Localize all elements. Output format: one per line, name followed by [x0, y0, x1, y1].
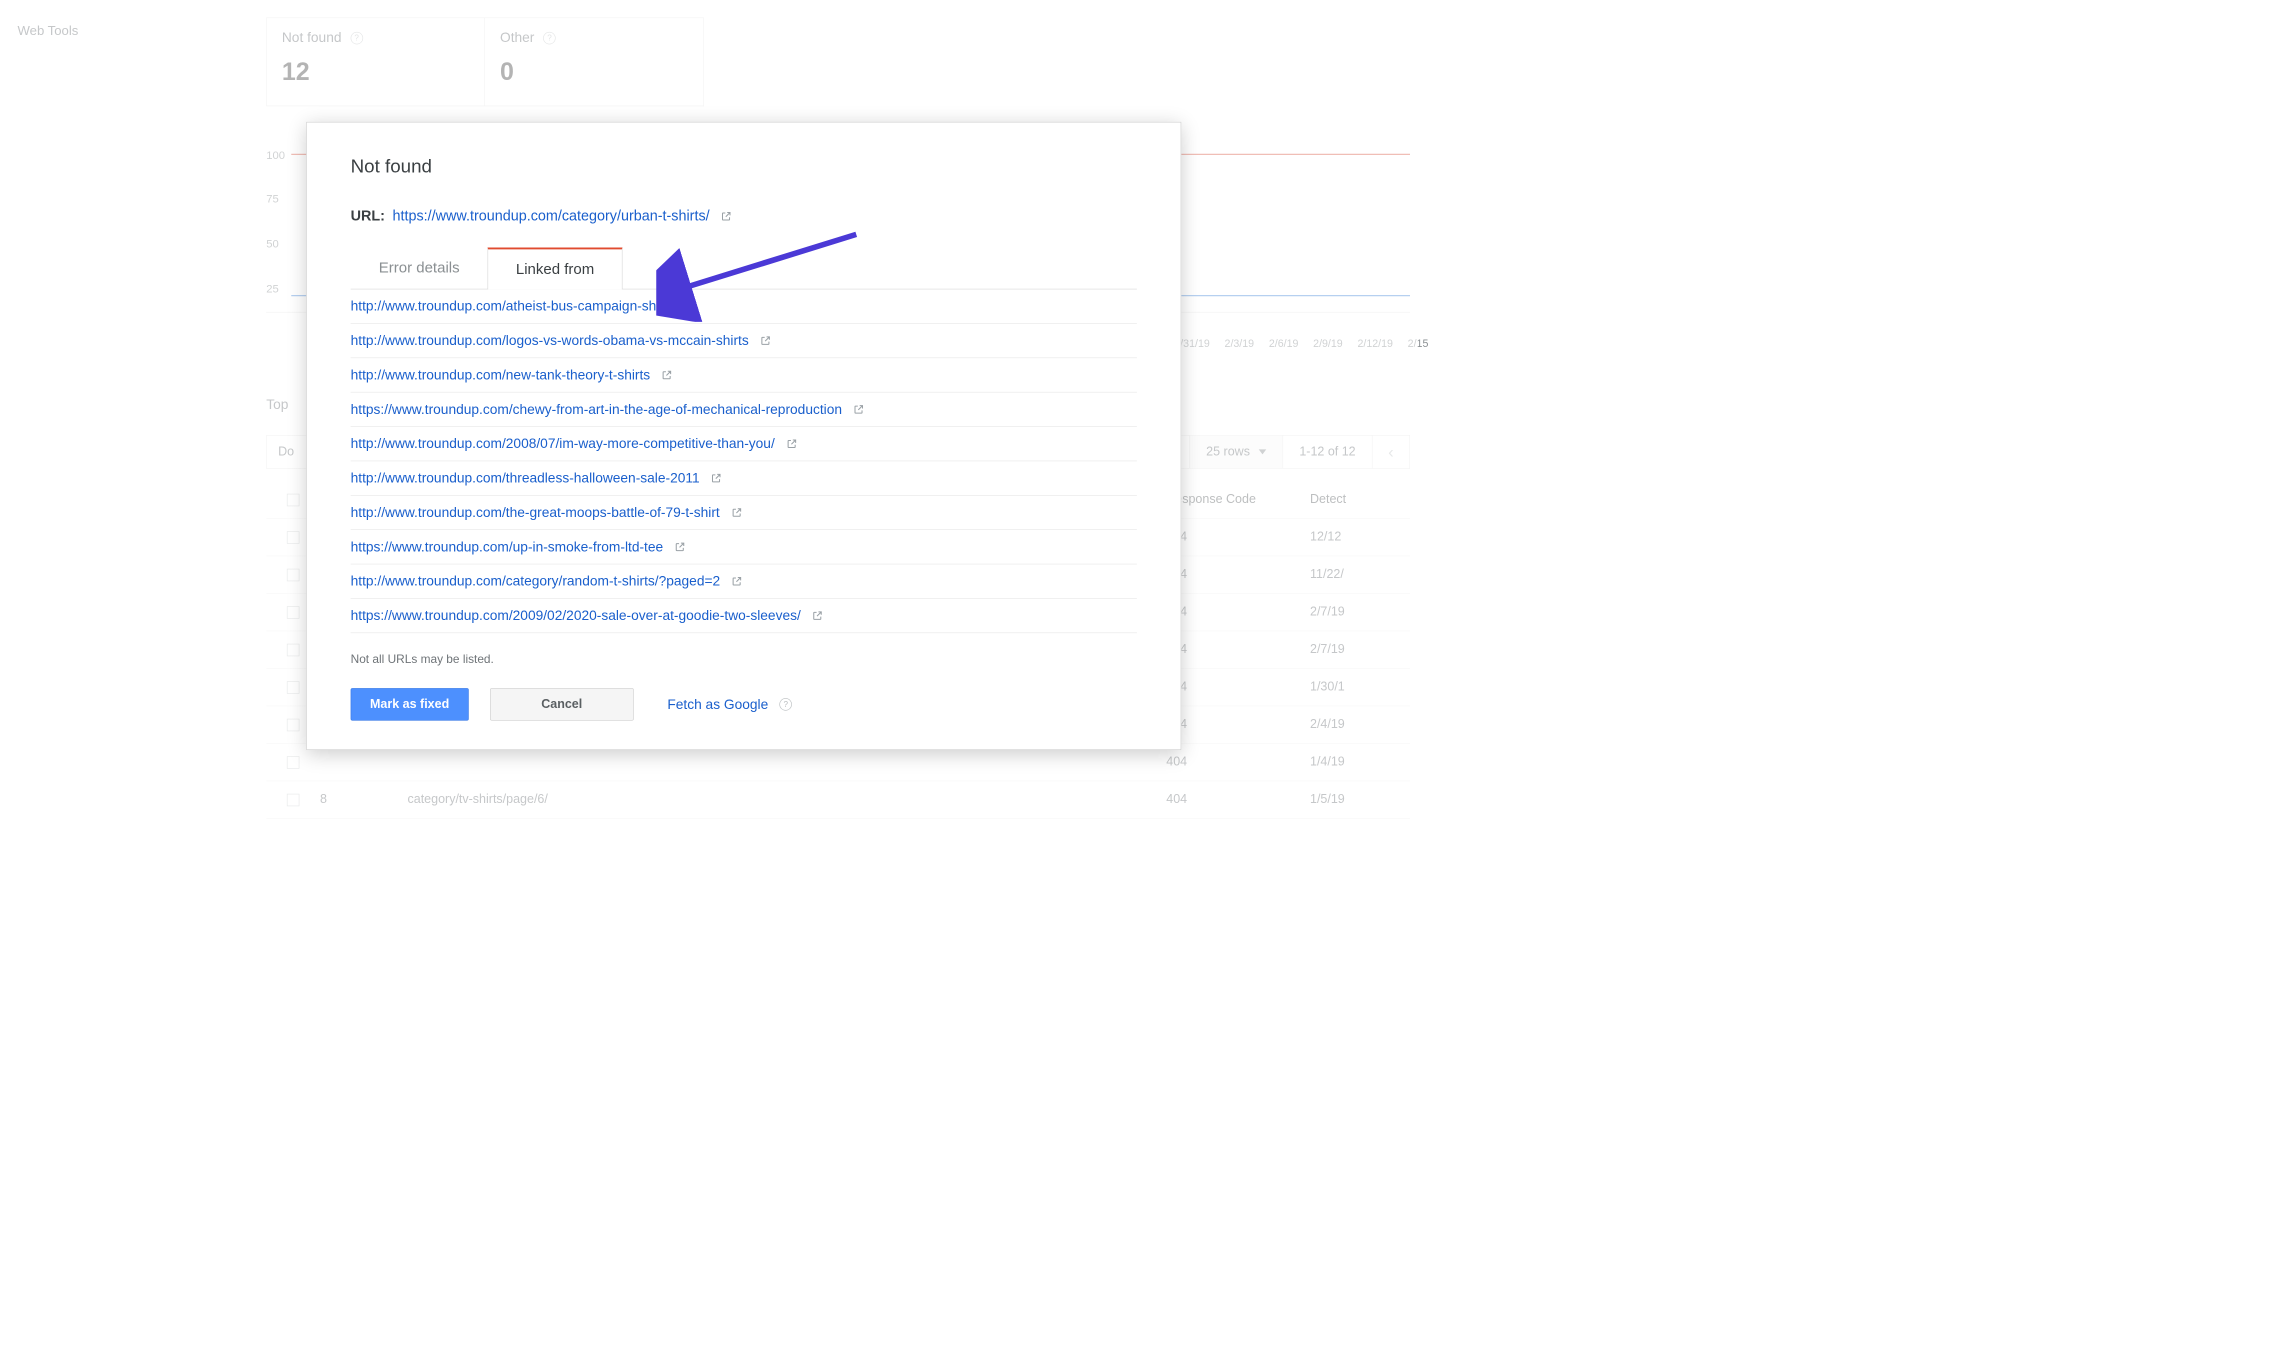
linked-from-url[interactable]: http://www.troundup.com/2008/07/im-way-m…: [351, 436, 775, 452]
row-detected: 12/12: [1310, 530, 1410, 544]
external-link-icon[interactable]: [731, 576, 742, 587]
help-icon[interactable]: ?: [350, 32, 363, 45]
y-tick: 75: [266, 193, 279, 206]
linked-from-row: https://www.troundup.com/chewy-from-art-…: [351, 393, 1137, 427]
external-link-icon[interactable]: [731, 507, 742, 518]
error-detail-modal: Not found URL: https://www.troundup.com/…: [306, 122, 1181, 750]
external-link-icon[interactable]: [661, 369, 672, 380]
linked-from-row: http://www.troundup.com/atheist-bus-camp…: [351, 289, 1137, 323]
row-checkbox[interactable]: [266, 793, 320, 806]
row-response-code: 404: [1166, 568, 1310, 582]
row-index: 8: [320, 793, 408, 807]
row-response-code: 404: [1166, 793, 1310, 807]
linked-from-row: http://www.troundup.com/new-tank-theory-…: [351, 358, 1137, 392]
y-tick: 100: [266, 149, 285, 162]
linked-from-row: https://www.troundup.com/2009/02/2020-sa…: [351, 599, 1137, 633]
section-top-label: Top: [266, 396, 288, 412]
row-detected: 1/30/1: [1310, 680, 1410, 694]
row-range: 1-12 of 12: [1282, 436, 1371, 469]
linked-from-url[interactable]: https://www.troundup.com/2009/02/2020-sa…: [351, 608, 801, 624]
external-link-icon[interactable]: [812, 610, 823, 621]
linked-from-row: http://www.troundup.com/category/random-…: [351, 564, 1137, 598]
help-icon[interactable]: ?: [779, 698, 792, 711]
external-link-icon[interactable]: [721, 210, 732, 221]
row-response-code: 404: [1166, 718, 1310, 732]
linked-from-row: http://www.troundup.com/logos-vs-words-o…: [351, 324, 1137, 358]
stat-value: 0: [500, 58, 688, 86]
tab-error-details[interactable]: Error details: [351, 248, 488, 290]
linked-from-url[interactable]: http://www.troundup.com/threadless-hallo…: [351, 470, 700, 486]
row-detected: 11/22/: [1310, 568, 1410, 582]
table-row[interactable]: 8category/tv-shirts/page/6/4041/5/19: [266, 781, 1410, 819]
row-detected: 2/4/19: [1310, 718, 1410, 732]
stat-cards: Not found ? 12 Other ? 0: [266, 18, 704, 107]
row-response-code: 404: [1166, 755, 1310, 769]
linked-from-url[interactable]: http://www.troundup.com/logos-vs-words-o…: [351, 333, 749, 349]
prev-page-button[interactable]: ‹: [1372, 436, 1410, 469]
rows-per-page[interactable]: 25 rows: [1189, 436, 1282, 469]
row-detected: 2/7/19: [1310, 605, 1410, 619]
row-detected: 1/5/19: [1310, 793, 1410, 807]
row-detected: 1/4/19: [1310, 755, 1410, 769]
stat-value: 12: [282, 58, 470, 86]
external-link-icon[interactable]: [760, 335, 771, 346]
linked-from-url[interactable]: https://www.troundup.com/chewy-from-art-…: [351, 401, 842, 417]
external-link-icon[interactable]: [674, 541, 685, 552]
error-url-link[interactable]: https://www.troundup.com/category/urban-…: [392, 208, 709, 225]
stat-card-other[interactable]: Other ? 0: [485, 18, 704, 107]
external-link-icon[interactable]: [711, 473, 722, 484]
url-label: URL:: [351, 208, 385, 225]
note: Not all URLs may be listed.: [351, 653, 1137, 667]
help-icon[interactable]: ?: [543, 32, 556, 45]
mark-as-fixed-button[interactable]: Mark as fixed: [351, 688, 469, 721]
x-ticks: 1/31/19 2/3/19 2/6/19 2/9/19 2/12/19 2/1…: [1163, 325, 1429, 363]
modal-title: Not found: [351, 156, 1137, 177]
cancel-button[interactable]: Cancel: [490, 688, 634, 721]
fetch-as-google-link[interactable]: Fetch as Google ?: [667, 696, 792, 712]
stat-card-not-found[interactable]: Not found ? 12: [266, 18, 485, 107]
row-response-code: 404: [1166, 643, 1310, 657]
linked-from-row: http://www.troundup.com/the-great-moops-…: [351, 496, 1137, 530]
linked-from-url[interactable]: https://www.troundup.com/up-in-smoke-fro…: [351, 539, 664, 555]
linked-from-row: http://www.troundup.com/2008/07/im-way-m…: [351, 427, 1137, 461]
tabs: Error details Linked from: [351, 247, 1137, 290]
linked-from-list: http://www.troundup.com/atheist-bus-camp…: [351, 289, 1137, 633]
y-tick: 25: [266, 283, 279, 296]
row-url[interactable]: category/tv-shirts/page/6/: [408, 793, 1167, 807]
row-response-code: 404: [1166, 605, 1310, 619]
linked-from-row: http://www.troundup.com/threadless-hallo…: [351, 461, 1137, 495]
stat-label: Other: [500, 29, 534, 45]
row-response-code: 404: [1166, 680, 1310, 694]
tab-linked-from[interactable]: Linked from: [488, 248, 623, 290]
linked-from-row: https://www.troundup.com/up-in-smoke-fro…: [351, 530, 1137, 564]
external-link-icon[interactable]: [786, 438, 797, 449]
linked-from-url[interactable]: http://www.troundup.com/new-tank-theory-…: [351, 367, 651, 383]
row-response-code: 404: [1166, 530, 1310, 544]
external-link-icon[interactable]: [679, 301, 690, 312]
linked-from-url[interactable]: http://www.troundup.com/the-great-moops-…: [351, 504, 720, 520]
stat-label: Not found: [282, 29, 342, 45]
col-response-code[interactable]: Response Code: [1166, 493, 1310, 507]
sidebar-web-tools[interactable]: Web Tools: [18, 24, 79, 39]
row-checkbox[interactable]: [266, 756, 320, 769]
linked-from-url[interactable]: http://www.troundup.com/category/random-…: [351, 573, 721, 589]
col-detected[interactable]: Detect: [1310, 493, 1410, 507]
linked-from-url[interactable]: http://www.troundup.com/atheist-bus-camp…: [351, 298, 668, 314]
y-tick: 50: [266, 238, 279, 251]
row-detected: 2/7/19: [1310, 643, 1410, 657]
external-link-icon[interactable]: [853, 404, 864, 415]
chevron-down-icon: [1259, 449, 1267, 454]
